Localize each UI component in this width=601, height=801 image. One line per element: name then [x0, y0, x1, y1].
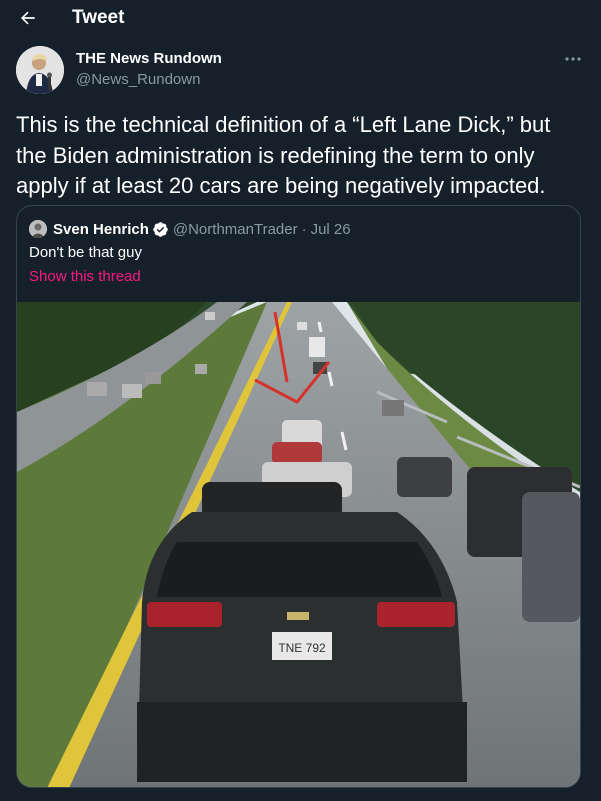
verified-badge-icon — [152, 221, 169, 238]
quoted-author-handle[interactable]: @NorthmanTrader — [173, 221, 298, 238]
page-title: Tweet — [72, 7, 125, 28]
more-button[interactable] — [561, 50, 585, 68]
author-handle[interactable]: @News_Rundown — [76, 71, 200, 88]
back-button[interactable] — [16, 6, 40, 30]
show-thread-link[interactable]: Show this thread — [29, 268, 141, 285]
more-horizontal-icon — [565, 57, 581, 61]
meta-separator: · — [301, 220, 307, 238]
quoted-tweet-date[interactable]: Jul 26 — [311, 221, 351, 238]
avatar[interactable] — [16, 46, 64, 94]
license-plate: TNE 792 — [278, 641, 326, 655]
quoted-tweet-photo[interactable]: TNE 792 — [17, 302, 580, 787]
quoted-author-name: Sven Henrich — [53, 220, 149, 238]
quoted-avatar — [29, 220, 47, 238]
tweet-author: THE News Rundown @News_Rundown — [16, 46, 585, 94]
arrow-left-icon — [21, 11, 35, 25]
top-bar: Tweet — [0, 0, 601, 36]
quoted-tweet-text: Don't be that guy — [29, 244, 142, 261]
tweet-text: This is the technical definition of a “L… — [16, 112, 551, 198]
quoted-tweet-header: Sven Henrich @NorthmanTrader · Jul 26 — [29, 219, 351, 239]
author-name[interactable]: THE News Rundown — [76, 50, 222, 67]
quoted-tweet[interactable]: Sven Henrich @NorthmanTrader · Jul 26 Do… — [16, 205, 581, 788]
